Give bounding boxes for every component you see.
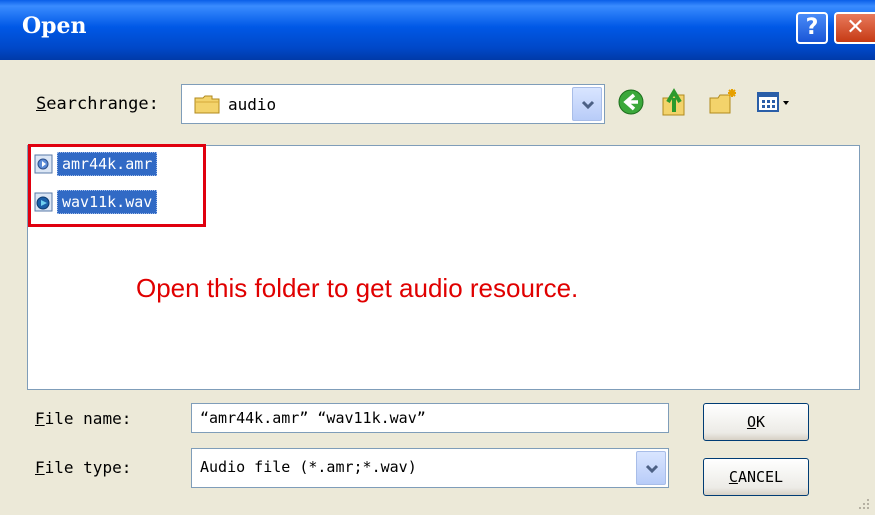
- file-name-input[interactable]: “amr44k.amr” “wav11k.wav”: [191, 403, 669, 433]
- resize-grip-icon[interactable]: [855, 495, 871, 511]
- new-folder-icon[interactable]: [708, 86, 738, 118]
- open-dialog: Open ? ✕ Searchrange: audio amr44k.amr w…: [0, 0, 875, 515]
- file-type-dropdown-button[interactable]: [636, 451, 666, 485]
- back-icon[interactable]: [616, 86, 646, 118]
- location-value: audio: [228, 95, 277, 114]
- annotation-text: Open this folder to get audio resource.: [136, 273, 579, 303]
- chevron-down-icon: [645, 464, 659, 474]
- location-label: Searchrange:: [36, 94, 159, 114]
- file-name-value: “amr44k.amr” “wav11k.wav”: [200, 409, 426, 427]
- cancel-button[interactable]: CANCEL: [703, 458, 809, 496]
- close-button[interactable]: ✕: [834, 12, 875, 44]
- location-dropdown[interactable]: audio: [181, 84, 605, 124]
- file-type-dropdown[interactable]: Audio file (*.amr;*.wav): [191, 448, 669, 488]
- highlight-box: [28, 144, 206, 227]
- location-dropdown-button[interactable]: [572, 87, 602, 121]
- close-icon: ✕: [846, 15, 865, 40]
- window-title: Open: [22, 13, 87, 39]
- help-icon: ?: [805, 15, 819, 40]
- up-folder-icon[interactable]: [660, 86, 690, 118]
- title-bar[interactable]: Open ? ✕: [0, 0, 875, 60]
- file-type-value: Audio file (*.amr;*.wav): [200, 458, 417, 476]
- file-name-label: File name:: [35, 409, 132, 428]
- folder-icon: [194, 95, 220, 114]
- chevron-down-icon: [581, 100, 595, 110]
- view-menu-icon[interactable]: [754, 86, 794, 118]
- ok-button[interactable]: OK: [703, 403, 809, 441]
- help-button[interactable]: ?: [796, 12, 828, 44]
- file-type-label: File type:: [35, 458, 132, 477]
